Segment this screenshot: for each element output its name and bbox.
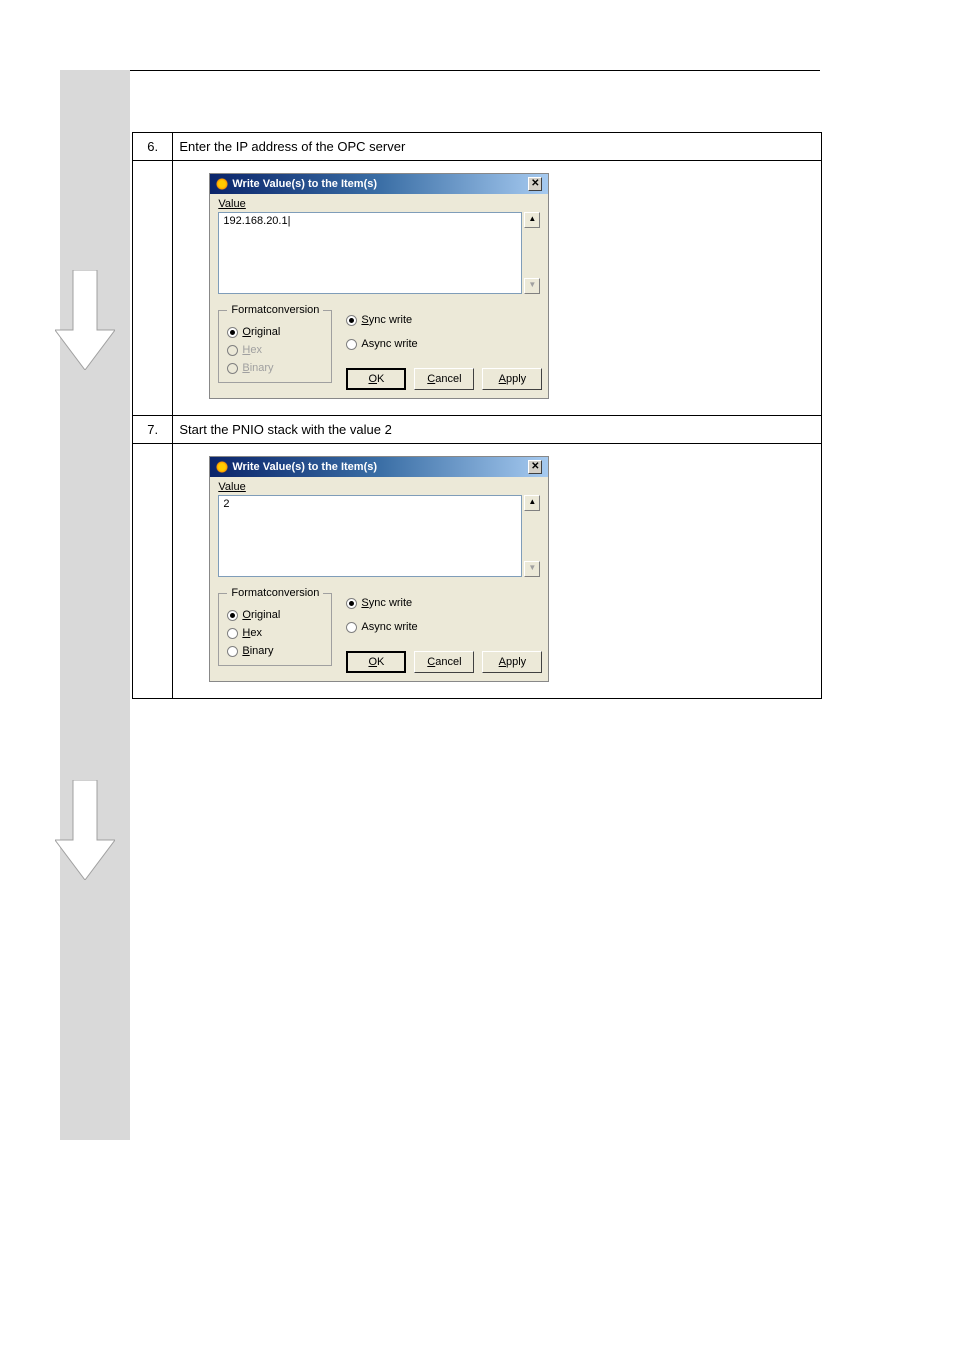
value-label: Value [218, 198, 540, 210]
radio-icon [346, 339, 357, 350]
radio-sync-write[interactable]: Sync write [346, 314, 542, 326]
step-number: 6. [133, 133, 173, 161]
dialog-title-text: Write Value(s) to the Item(s) [232, 461, 377, 473]
scrollbar[interactable]: ▲ ▼ [524, 212, 540, 294]
step-description: Enter the IP address of the OPC server [173, 133, 822, 161]
step-description: Start the PNIO stack with the value 2 [173, 416, 822, 444]
format-conversion-group: Formatconversion Original Hex [218, 587, 332, 666]
value-input[interactable] [218, 212, 522, 294]
scrollbar[interactable]: ▲ ▼ [524, 495, 540, 577]
value-label: Value [218, 481, 540, 493]
dialog-titlebar: Write Value(s) to the Item(s) ✕ [210, 457, 548, 477]
cancel-button[interactable]: Cancel [414, 368, 474, 390]
radio-icon [346, 598, 357, 609]
radio-hex: Hex [227, 344, 323, 356]
format-conversion-legend: Formatconversion [227, 304, 323, 316]
step-screenshot-cell: Write Value(s) to the Item(s) ✕ Value ▲ … [173, 161, 822, 416]
radio-binary: Binary [227, 362, 323, 374]
flow-arrow-down [55, 270, 135, 370]
format-conversion-group: Formatconversion Original Hex [218, 304, 332, 383]
dialog-titlebar: Write Value(s) to the Item(s) ✕ [210, 174, 548, 194]
radio-icon [227, 610, 238, 621]
radio-async-write[interactable]: Async write [346, 338, 542, 350]
close-icon[interactable]: ✕ [528, 460, 542, 474]
scroll-up-icon[interactable]: ▲ [524, 495, 540, 511]
flow-arrow-down [55, 780, 135, 880]
radio-hex[interactable]: Hex [227, 627, 323, 639]
radio-icon [227, 327, 238, 338]
radio-async-write[interactable]: Async write [346, 621, 542, 633]
radio-sync-write[interactable]: Sync write [346, 597, 542, 609]
radio-original[interactable]: Original [227, 609, 323, 621]
radio-icon [227, 646, 238, 657]
radio-icon [227, 345, 238, 356]
format-conversion-legend: Formatconversion [227, 587, 323, 599]
dialog-title-text: Write Value(s) to the Item(s) [232, 178, 377, 190]
radio-binary[interactable]: Binary [227, 645, 323, 657]
radio-icon [227, 363, 238, 374]
scroll-down-icon[interactable]: ▼ [524, 561, 540, 577]
radio-icon [227, 628, 238, 639]
step-screenshot-cell: Write Value(s) to the Item(s) ✕ Value ▲ … [173, 444, 822, 699]
scroll-up-icon[interactable]: ▲ [524, 212, 540, 228]
radio-icon [346, 315, 357, 326]
ok-button[interactable]: OK [346, 651, 406, 673]
close-icon[interactable]: ✕ [528, 177, 542, 191]
write-value-dialog: Write Value(s) to the Item(s) ✕ Value ▲ … [209, 173, 549, 399]
step-number: 7. [133, 416, 173, 444]
radio-icon [346, 622, 357, 633]
cancel-button[interactable]: Cancel [414, 651, 474, 673]
ok-button[interactable]: OK [346, 368, 406, 390]
sidebar [60, 70, 130, 1140]
header-line [130, 70, 820, 71]
value-input[interactable] [218, 495, 522, 577]
radio-original[interactable]: Original [227, 326, 323, 338]
write-value-dialog: Write Value(s) to the Item(s) ✕ Value ▲ … [209, 456, 549, 682]
scroll-down-icon[interactable]: ▼ [524, 278, 540, 294]
step-spacer [133, 444, 173, 699]
apply-button[interactable]: Apply [482, 368, 542, 390]
step-spacer [133, 161, 173, 416]
app-icon [216, 461, 228, 473]
steps-table: 6. Enter the IP address of the OPC serve… [132, 132, 822, 699]
apply-button[interactable]: Apply [482, 651, 542, 673]
app-icon [216, 178, 228, 190]
